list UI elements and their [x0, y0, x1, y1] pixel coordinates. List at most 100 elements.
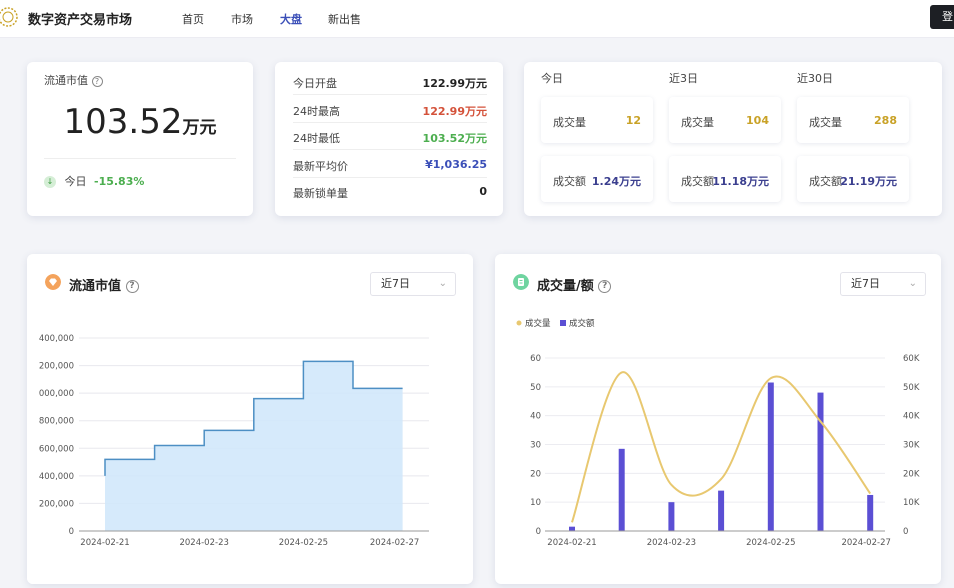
x-tick-label: 2024-02-23: [647, 538, 696, 548]
volume-chart-title-text: 成交量/额: [537, 279, 594, 294]
amount-stat-value: 1.24万元: [591, 175, 641, 188]
help-icon[interactable]: ?: [91, 75, 103, 87]
ledger-icon: [513, 274, 529, 290]
market-cap-area: [105, 361, 403, 531]
market-cap-chart-title: 流通市值 ?: [69, 275, 139, 294]
period-stats-card: 今日 成交量 12 成交额 1.24万元 近3日 成交量 104 成交额 11.18万元 近30日成…: [524, 62, 942, 216]
price-stat-value: 122.99万元: [422, 104, 487, 118]
x-tick-label: 2024-02-25: [279, 538, 328, 548]
amount-bar[interactable]: [618, 448, 625, 531]
market-cap-range-value: 近7日: [381, 277, 410, 290]
today-change-value: -15.83%: [94, 175, 145, 188]
volume-range-select[interactable]: 近7日 ⌄: [840, 272, 926, 296]
price-stat-row: 24时最高 122.99万元: [293, 96, 487, 123]
today-label: 今日: [64, 175, 87, 188]
price-stat-row: 24时最低 103.52万元: [293, 123, 487, 150]
help-icon[interactable]: ?: [125, 280, 139, 293]
login-button[interactable]: 登: [930, 5, 954, 29]
amount-stat-box: 成交额 11.18万元: [669, 156, 781, 202]
amount-bar[interactable]: [867, 494, 874, 531]
nav-new-sale[interactable]: 新出售: [328, 11, 361, 27]
price-stat-value: ¥1,036.25: [425, 157, 487, 171]
nav-overview[interactable]: 大盘: [280, 11, 302, 27]
price-stat-row: 最新锁单量 0: [293, 178, 487, 205]
volume-chart: 成交量 成交额 0 10 20 30 40 50 60 0 10K 20K 30K 40K 50K 60K 20…: [516, 318, 920, 548]
market-cap-label: 流通市值: [44, 74, 88, 87]
amount-stat-box: 成交额 1.24万元: [541, 156, 653, 202]
today-change-row: ↓ 今日 -15.83%: [44, 173, 144, 189]
price-stat-label: 24时最高: [293, 104, 340, 118]
y-left-tick-label: 30: [530, 441, 541, 451]
period-label: 近3日: [669, 72, 698, 85]
price-stat-value: 122.99万元: [422, 77, 487, 90]
y-tick-label: 200,000: [39, 362, 74, 372]
volume-chart-title: 成交量/额 ?: [537, 275, 612, 294]
x-tick-label: 2024-02-27: [841, 538, 890, 548]
market-cap-value-wrap: 103.52万元: [27, 102, 253, 142]
y-left-tick-label: 10: [530, 498, 541, 508]
market-cap-unit: 万元: [182, 118, 217, 138]
top-navbar: 数字资产交易市场 首页 市场 大盘 新出售 登: [0, 0, 954, 38]
divider: [44, 158, 236, 159]
y-left-tick-label: 0: [536, 527, 541, 537]
y-right-tick-label: 60K: [903, 354, 920, 364]
amount-stat-box: 成交额 21.19万元: [797, 156, 909, 202]
help-icon[interactable]: ?: [598, 280, 612, 293]
price-stat-label: 24时最低: [293, 132, 340, 145]
amount-stat-value: 11.18万元: [712, 175, 769, 188]
y-right-tick-label: 30K: [903, 441, 920, 451]
x-tick-label: 2024-02-23: [179, 538, 228, 548]
x-tick-label: 2024-02-27: [370, 538, 419, 548]
amount-bar[interactable]: [767, 382, 774, 531]
amount-bar[interactable]: [569, 526, 575, 531]
volume-stat-value: 104: [746, 114, 769, 127]
price-stat-label: 今日开盘: [293, 77, 337, 90]
price-stat-row: 最新平均价 ¥1,036.25: [293, 151, 487, 178]
amount-stat-label: 成交额: [681, 175, 714, 188]
y-tick-label: 000,000: [39, 389, 74, 399]
market-cap-chart-card: 流通市值 ? 近7日 ⌄ 0 200,000 400,000 600,000 800,0…: [27, 254, 473, 584]
y-tick-label: 800,000: [39, 417, 74, 427]
gem-icon: [45, 274, 61, 290]
x-tick-label: 2024-02-21: [80, 538, 129, 548]
y-right-tick-label: 40K: [903, 412, 920, 422]
volume-stat-value: 12: [625, 114, 641, 127]
market-cap-range-select[interactable]: 近7日 ⌄: [370, 272, 456, 296]
amount-bar[interactable]: [668, 502, 675, 531]
volume-stat-box: 成交量 12: [541, 97, 653, 143]
legend-label[interactable]: 成交量: [525, 318, 551, 329]
y-left-tick-label: 50: [530, 383, 541, 393]
site-title[interactable]: 数字资产交易市场: [28, 9, 132, 28]
price-stat-label: 最新锁单量: [293, 187, 348, 200]
y-tick-label: 600,000: [39, 444, 74, 454]
nav-market[interactable]: 市场: [231, 11, 253, 27]
x-tick-label: 2024-02-21: [547, 538, 596, 548]
legend-label[interactable]: 成交额: [569, 318, 595, 329]
period-label: 近30日: [797, 72, 833, 85]
volume-stat-label: 成交量: [553, 116, 586, 129]
y-left-tick-label: 40: [530, 412, 541, 422]
price-stat-value: 0: [479, 185, 487, 198]
volume-stat-box: 成交量 104: [669, 97, 781, 143]
market-cap-card: 流通市值 ? 103.52万元 ↓ 今日 -15.83%: [27, 62, 253, 216]
x-tick-label: 2024-02-25: [746, 538, 795, 548]
volume-chart-card: 成交量/额 ? 近7日 ⌄ 成交量 成交额 0 10 20 30 40 50 60 0 10K 20K…: [495, 254, 941, 584]
amount-bar[interactable]: [817, 392, 824, 531]
volume-stat-label: 成交量: [809, 116, 842, 129]
nav-home[interactable]: 首页: [182, 11, 204, 27]
volume-stat-label: 成交量: [681, 116, 714, 129]
market-cap-plot-area: 0 200,000 400,000 600,000 800,000 000,000 200,…: [27, 308, 457, 584]
market-cap-chart: 0 200,000 400,000 600,000 800,000 000,000 200,…: [39, 334, 429, 548]
y-tick-label: 400,000: [39, 334, 74, 344]
chevron-down-icon: ⌄: [438, 278, 447, 289]
price-stat-row: 今日开盘 122.99万元: [293, 68, 487, 95]
down-arrow-icon: ↓: [44, 176, 56, 188]
y-tick-label: 400,000: [39, 472, 74, 482]
price-stat-value: 103.52万元: [422, 132, 487, 145]
amount-bar[interactable]: [718, 490, 725, 531]
price-stats-card: 今日开盘 122.99万元 24时最高 122.99万元 24时最低 103.52万元最新…: [275, 62, 503, 216]
y-right-tick-label: 0: [903, 527, 908, 537]
amount-stat-label: 成交额: [553, 175, 586, 188]
legend-line-marker: [516, 320, 522, 326]
y-left-tick-label: 60: [530, 354, 541, 364]
